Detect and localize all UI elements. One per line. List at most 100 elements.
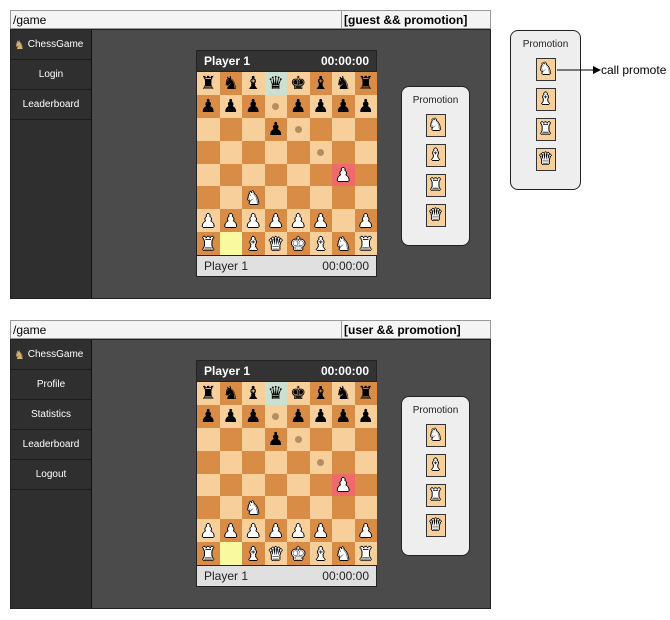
board-square[interactable] xyxy=(287,163,310,187)
board-square[interactable]: ♝ xyxy=(242,232,265,256)
black-pawn-icon[interactable]: ♟ xyxy=(200,407,216,425)
promote-knight-button[interactable]: ♞ xyxy=(535,58,556,81)
board-square[interactable] xyxy=(287,427,310,451)
board-square[interactable] xyxy=(242,450,265,474)
black-pawn-icon[interactable]: ♟ xyxy=(223,97,239,115)
promote-bishop-button[interactable]: ♝ xyxy=(425,454,446,477)
board-square[interactable]: ♜ xyxy=(354,72,377,95)
board-square[interactable] xyxy=(197,140,220,164)
black-queen-icon[interactable]: ♛ xyxy=(268,74,284,92)
promote-queen-button[interactable]: ♛ xyxy=(535,148,556,171)
board-square[interactable] xyxy=(219,496,242,520)
board-square[interactable] xyxy=(264,450,287,474)
board-square[interactable] xyxy=(219,140,242,164)
black-pawn-icon[interactable]: ♟ xyxy=(358,97,374,115)
black-rook-icon[interactable]: ♜ xyxy=(358,74,374,92)
board-square[interactable]: ♟ xyxy=(287,209,310,233)
board-square[interactable]: ♞ xyxy=(332,232,355,256)
board-square[interactable] xyxy=(219,427,242,451)
board-square[interactable]: ♛ xyxy=(264,542,287,566)
black-bishop-icon[interactable]: ♝ xyxy=(245,384,261,402)
sidebar-item-login[interactable]: Login xyxy=(11,60,91,90)
board-square[interactable]: ♟ xyxy=(354,94,377,118)
board-square[interactable]: ♟ xyxy=(197,94,220,118)
white-rook-icon[interactable]: ♜ xyxy=(358,235,374,253)
black-bishop-icon[interactable]: ♝ xyxy=(245,74,261,92)
sidebar-item-profile[interactable]: Profile xyxy=(11,370,91,400)
board-square[interactable] xyxy=(197,117,220,141)
chess-board[interactable]: ♜ ♞ ♝ ♛ ♚ ♝ ♞ ♜ ♟ ♟ ♟ ♟ ♟ ♟ ♟ ♟ ♟ ♞ ♟ ♟ ♟ ♟ ♟ ♟ ♟ ♜ ♝ ♛ ♚ ♝ ♞ ♜ xyxy=(196,72,377,256)
board-square[interactable] xyxy=(309,117,332,141)
sidebar-item-logout[interactable]: Logout xyxy=(11,460,91,490)
board-square[interactable]: ♟ xyxy=(242,404,265,428)
white-pawn-icon[interactable]: ♟ xyxy=(290,522,306,540)
board-square[interactable]: ♟ xyxy=(197,209,220,233)
move-hint-dot[interactable] xyxy=(272,102,280,110)
board-square[interactable]: ♜ xyxy=(197,72,220,95)
board-square[interactable] xyxy=(264,163,287,187)
board-square[interactable] xyxy=(354,163,377,187)
sidebar-item-statistics[interactable]: Statistics xyxy=(11,400,91,430)
white-pawn-icon[interactable]: ♟ xyxy=(313,212,329,230)
white-knight-icon[interactable]: ♞ xyxy=(245,189,261,207)
board-square[interactable]: ♟ xyxy=(354,209,377,233)
black-pawn-icon[interactable]: ♟ xyxy=(335,407,351,425)
board-square[interactable] xyxy=(332,209,355,233)
board-square[interactable]: ♞ xyxy=(332,542,355,566)
board-square[interactable]: ♞ xyxy=(219,72,242,95)
white-pawn-icon[interactable]: ♟ xyxy=(200,212,216,230)
black-pawn-icon[interactable]: ♟ xyxy=(268,120,284,138)
promote-knight-button[interactable]: ♞ xyxy=(425,114,446,137)
black-pawn-icon[interactable]: ♟ xyxy=(245,97,261,115)
white-pawn-icon[interactable]: ♟ xyxy=(268,522,284,540)
board-square[interactable] xyxy=(219,163,242,187)
black-knight-icon[interactable]: ♞ xyxy=(223,384,239,402)
board-square[interactable]: ♝ xyxy=(242,382,265,405)
black-pawn-icon[interactable]: ♟ xyxy=(268,430,284,448)
board-square[interactable] xyxy=(219,186,242,210)
move-hint-dot[interactable] xyxy=(317,458,325,466)
white-bishop-icon[interactable]: ♝ xyxy=(245,545,261,563)
board-square[interactable]: ♟ xyxy=(242,519,265,543)
board-square[interactable]: ♝ xyxy=(242,72,265,95)
board-square[interactable]: ♟ xyxy=(219,404,242,428)
sidebar-item-leaderboard[interactable]: Leaderboard xyxy=(11,430,91,460)
board-square[interactable] xyxy=(219,473,242,497)
board-square[interactable]: ♜ xyxy=(197,382,220,405)
white-pawn-icon[interactable]: ♟ xyxy=(223,522,239,540)
white-queen-icon[interactable]: ♛ xyxy=(268,235,284,253)
black-bishop-icon[interactable]: ♝ xyxy=(313,74,329,92)
board-square[interactable]: ♜ xyxy=(354,232,377,256)
board-square[interactable]: ♞ xyxy=(219,382,242,405)
board-square[interactable]: ♝ xyxy=(309,542,332,566)
promote-queen-button[interactable]: ♛ xyxy=(425,204,446,227)
board-square[interactable] xyxy=(309,496,332,520)
brand[interactable]: ♞ ChessGame xyxy=(11,340,91,370)
black-king-icon[interactable]: ♚ xyxy=(290,74,306,92)
board-square[interactable]: ♛ xyxy=(264,72,287,95)
board-square[interactable]: ♟ xyxy=(264,519,287,543)
board-square[interactable]: ♟ xyxy=(332,473,355,497)
black-pawn-icon[interactable]: ♟ xyxy=(200,97,216,115)
promote-rook-button[interactable]: ♜ xyxy=(425,484,446,507)
board-square[interactable] xyxy=(287,140,310,164)
board-square[interactable] xyxy=(287,450,310,474)
board-square[interactable]: ♞ xyxy=(242,186,265,210)
board-square[interactable]: ♝ xyxy=(309,232,332,256)
board-square[interactable]: ♜ xyxy=(354,542,377,566)
board-square[interactable] xyxy=(309,427,332,451)
white-rook-icon[interactable]: ♜ xyxy=(200,235,216,253)
board-square[interactable] xyxy=(332,450,355,474)
board-square[interactable]: ♝ xyxy=(242,542,265,566)
board-square[interactable] xyxy=(197,473,220,497)
board-square[interactable]: ♟ xyxy=(332,163,355,187)
promote-rook-button[interactable]: ♜ xyxy=(535,118,556,141)
board-square[interactable] xyxy=(219,117,242,141)
white-bishop-icon[interactable]: ♝ xyxy=(313,545,329,563)
board-square[interactable]: ♟ xyxy=(332,404,355,428)
board-square[interactable] xyxy=(219,450,242,474)
board-square[interactable] xyxy=(287,473,310,497)
board-square[interactable] xyxy=(354,473,377,497)
board-square[interactable] xyxy=(354,117,377,141)
board-square[interactable]: ♟ xyxy=(197,519,220,543)
